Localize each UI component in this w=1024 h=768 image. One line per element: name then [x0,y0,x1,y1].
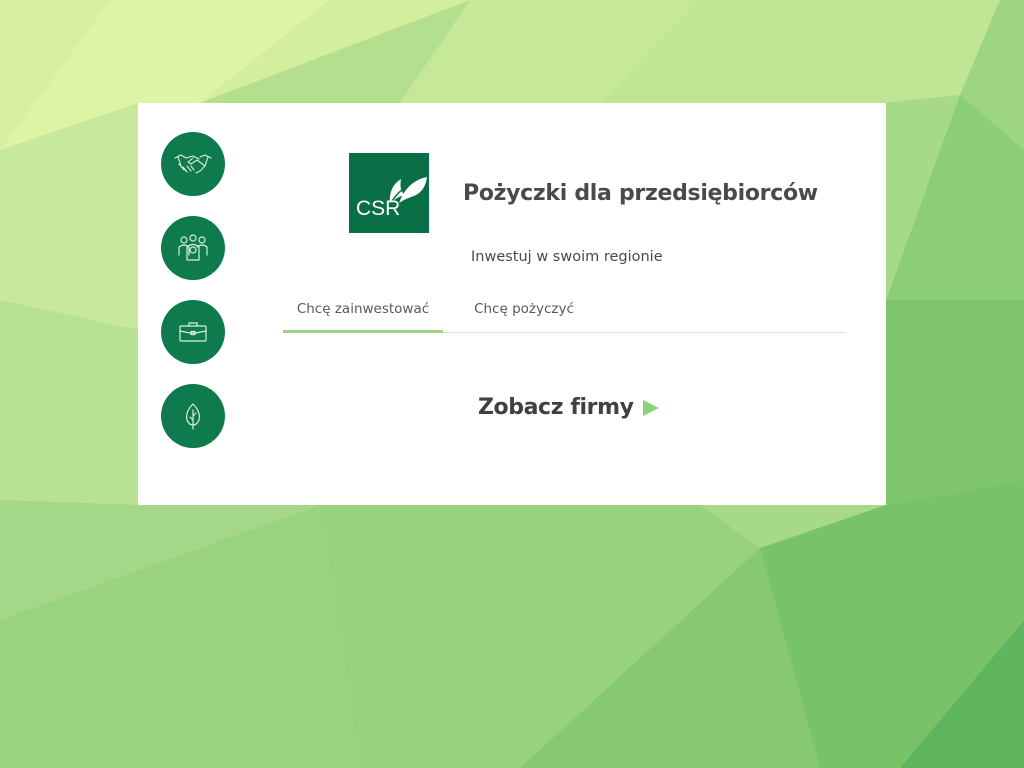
tab-invest[interactable]: Chcę zainwestować [283,291,443,333]
logo-text: CSR [356,197,401,220]
tab-borrow[interactable]: Chcę pożyczyć [443,291,605,332]
csr-logo: CSR [349,153,429,233]
side-icon-list [161,132,225,468]
play-arrow-icon [642,399,659,416]
handshake-button[interactable] [161,132,225,196]
briefcase-icon [179,322,207,342]
page-subtitle: Inwestuj w swoim regionie [471,249,663,265]
handshake-icon [174,154,212,174]
leaf-icon [186,403,200,430]
see-companies-link[interactable]: Zobacz firmy [478,395,659,420]
people-group-button[interactable] [161,216,225,280]
people-group-icon [178,234,208,261]
tab-bar: Chcę zainwestować Chcę pożyczyć [283,291,846,333]
briefcase-button[interactable] [161,300,225,364]
main-card: CSR Pożyczki dla przedsiębiorców Inwestu… [138,103,886,505]
page-title: Pożyczki dla przedsiębiorców [463,181,818,206]
leaf-button[interactable] [161,384,225,448]
see-companies-label: Zobacz firmy [478,395,634,420]
